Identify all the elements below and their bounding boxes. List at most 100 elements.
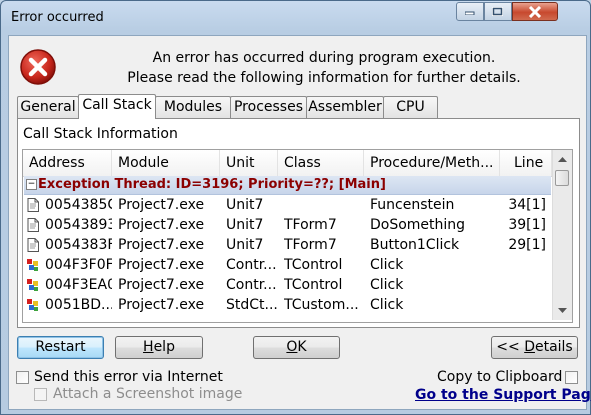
cell-address: 00543893 [45, 217, 112, 233]
cell-unit: Unit7 [226, 217, 264, 233]
cell-procedure: Click [370, 297, 404, 313]
component-icon [27, 259, 38, 271]
cell-unit: Contr... [226, 257, 277, 273]
tab-modules[interactable]: Modules [155, 96, 231, 118]
cell-line [506, 275, 546, 295]
cell-module: Project7.exe [118, 197, 205, 213]
cell-class: TControl [284, 257, 343, 273]
help-button-accel: H [143, 339, 154, 355]
table-row[interactable]: 0054385C Project7.exe Unit7 Funcenstein 34[1… [23, 195, 552, 215]
error-message-line-1: An error has occurred during program exe… [152, 50, 496, 66]
cell-line: 39[1] [508, 217, 546, 233]
collapse-toggle[interactable]: − [26, 179, 37, 190]
details-button-prefix: << [496, 339, 525, 355]
minimize-icon [465, 11, 475, 15]
cell-unit: Contr... [226, 277, 277, 293]
copy-clipboard-checkbox[interactable] [565, 371, 578, 384]
chevron-up-icon [558, 156, 567, 162]
tab-general[interactable]: General [17, 96, 79, 118]
cell-procedure: Click [370, 277, 404, 293]
cell-class: TCustom... [284, 297, 359, 313]
error-icon [20, 49, 56, 85]
support-page-link[interactable]: Go to the Support Page [415, 387, 591, 403]
copy-clipboard-label[interactable]: Copy to Clipboard [437, 369, 562, 385]
table-header: Address Module Unit Class Procedure/Meth… [23, 150, 552, 177]
cell-line: 29[1] [508, 237, 546, 253]
call-stack-panel: Call Stack Information Address Module Un… [17, 118, 580, 328]
column-header-class[interactable]: Class [278, 150, 364, 176]
column-header-unit[interactable]: Unit [220, 150, 278, 176]
scroll-up-arrow[interactable] [554, 151, 571, 167]
details-button-accel: D [524, 339, 535, 355]
scroll-down-arrow[interactable] [554, 302, 571, 318]
cell-address: 0051BD... [45, 297, 112, 313]
scroll-thumb[interactable] [555, 170, 569, 186]
error-message: An error has occurred during program exe… [69, 48, 579, 88]
tab-call-stack[interactable]: Call Stack [78, 94, 156, 119]
cell-procedure: Button1Click [370, 237, 460, 253]
cell-line: 34[1] [508, 197, 546, 213]
window-title: Error occurred [11, 10, 104, 25]
tab-cpu[interactable]: CPU [383, 96, 438, 118]
page-icon [27, 218, 39, 232]
cell-module: Project7.exe [118, 257, 205, 273]
attach-screenshot-label[interactable]: Attach a Screenshot image [53, 386, 242, 402]
restart-button-label: Restart [35, 339, 86, 355]
send-error-label[interactable]: Send this error via Internet [34, 369, 223, 385]
cell-line [506, 295, 546, 315]
page-icon [27, 238, 39, 252]
table-row[interactable]: 0051BD... Project7.exe StdCt... TCustom... C… [23, 295, 552, 315]
cell-class: TControl [284, 277, 343, 293]
ok-button[interactable]: OK [253, 336, 340, 359]
column-header-address[interactable]: Address [23, 150, 112, 176]
attach-screenshot-checkbox[interactable] [34, 388, 47, 401]
maximize-icon [492, 6, 503, 16]
cell-class: TForm7 [284, 237, 337, 253]
component-icon [27, 299, 38, 311]
cell-class: TForm7 [284, 217, 337, 233]
table-row[interactable]: 00543893 Project7.exe Unit7 TForm7 DoSomethi… [23, 215, 552, 235]
column-header-line[interactable]: Line [500, 150, 552, 176]
cell-procedure: Click [370, 257, 404, 273]
minimize-button[interactable] [456, 2, 484, 21]
panel-title: Call Stack Information [23, 126, 178, 142]
cell-unit: Unit7 [226, 237, 264, 253]
thread-group-row[interactable]: − Exception Thread: ID=3196; Priority=??… [24, 176, 551, 195]
table-row[interactable]: 004F3F0F Project7.exe Contr... TControl Clic… [23, 255, 552, 275]
cell-unit: StdCt... [226, 297, 278, 313]
cell-module: Project7.exe [118, 297, 205, 313]
tab-processes[interactable]: Processes [230, 96, 307, 118]
cell-module: Project7.exe [118, 217, 205, 233]
cell-procedure: DoSomething [370, 217, 466, 233]
cell-address: 0054385C [45, 197, 112, 213]
cell-line [506, 255, 546, 275]
column-header-module[interactable]: Module [112, 150, 220, 176]
details-button-label: etails [534, 339, 573, 355]
page-icon [27, 198, 39, 212]
cell-address: 0054383F [45, 237, 112, 253]
cell-unit: Unit7 [226, 197, 264, 213]
close-icon [528, 5, 542, 18]
thread-group-label: Exception Thread: ID=3196; Priority=??; … [38, 177, 386, 192]
table-row[interactable]: 0054383F Project7.exe Unit7 TForm7 Button1Cl… [23, 235, 552, 255]
cell-module: Project7.exe [118, 237, 205, 253]
column-header-procedure[interactable]: Procedure/Meth... [364, 150, 500, 176]
maximize-button[interactable] [484, 2, 512, 21]
component-icon [27, 279, 38, 291]
help-button[interactable]: Help [115, 336, 203, 359]
restart-button[interactable]: Restart [17, 336, 104, 359]
tab-assembler[interactable]: Assembler [306, 96, 384, 118]
ok-button-label: K [297, 339, 307, 355]
details-button[interactable]: << Details [491, 336, 578, 359]
cell-address: 004F3F0F [45, 257, 112, 273]
help-button-label: elp [153, 339, 175, 355]
close-button[interactable] [512, 2, 558, 21]
title-bar[interactable]: Error occurred [1, 1, 590, 35]
error-dialog-window: Error occurred An error has occurred dur… [0, 0, 591, 415]
send-error-checkbox[interactable] [16, 371, 29, 384]
chevron-down-icon [558, 307, 567, 313]
error-message-line-2: Please read the following information fo… [127, 70, 521, 86]
call-stack-table[interactable]: Address Module Unit Class Procedure/Meth… [22, 149, 573, 323]
vertical-scrollbar[interactable] [552, 150, 572, 320]
table-row[interactable]: 004F3EA0 Project7.exe Contr... TControl Clic… [23, 275, 552, 295]
